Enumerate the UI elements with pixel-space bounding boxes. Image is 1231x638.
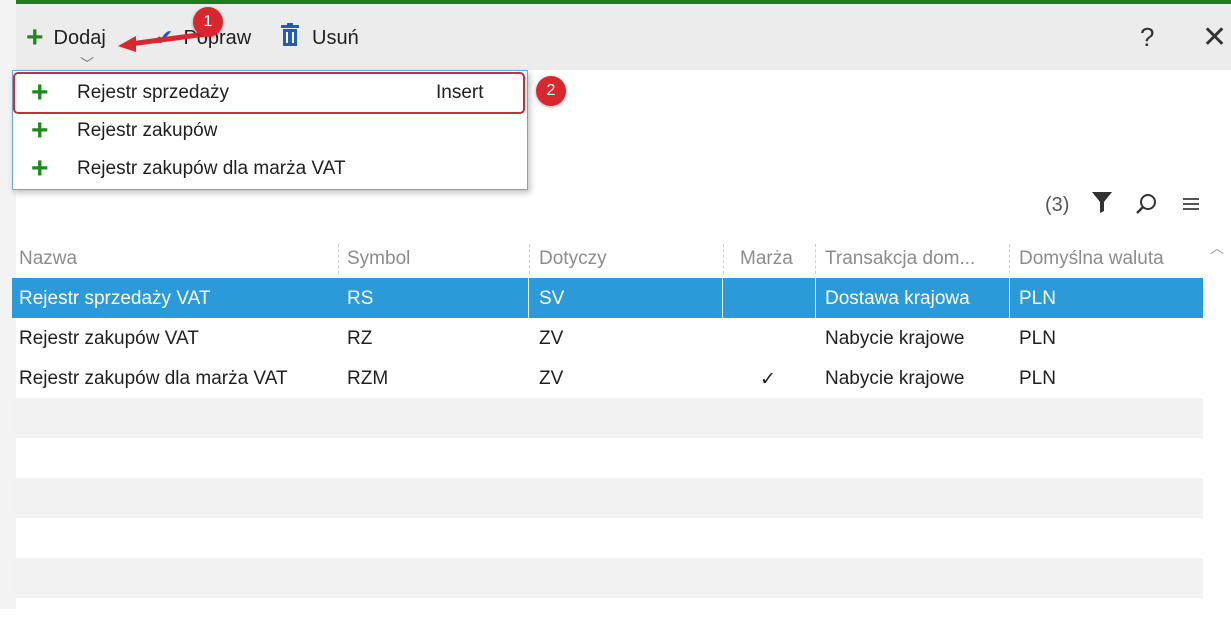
cell-dotyczy: SV [539, 288, 565, 309]
record-count: (3) [1045, 194, 1070, 216]
column-header-dotyczy[interactable]: Dotyczy [539, 248, 607, 270]
plus-icon: + [31, 152, 49, 185]
delete-button[interactable]: Usuń [280, 23, 359, 53]
empty-row [12, 518, 1203, 558]
cell-nazwa: Rejestr zakupów dla marża VAT [19, 368, 288, 389]
column-header-nazwa[interactable]: Nazwa [19, 248, 77, 270]
cell-transakcja: Nabycie krajowe [825, 368, 965, 389]
column-header-waluta[interactable]: Domyślna waluta [1019, 248, 1164, 270]
empty-row [12, 478, 1203, 518]
menu-item-rejestr-zakupow[interactable]: + Rejestr zakupów [13, 112, 527, 150]
annotation-badge-2: 2 [536, 76, 566, 106]
cell-transakcja: Nabycie krajowe [825, 328, 965, 349]
table-row[interactable]: Rejestr sprzedaży VAT RS SV Dostawa kraj… [12, 278, 1203, 318]
cell-symbol: RZM [347, 368, 389, 389]
cell-waluta: PLN [1019, 368, 1056, 389]
table-row[interactable]: Rejestr zakupów dla marża VAT RZM ZV ✓ N… [12, 358, 1203, 398]
column-header-transakcja[interactable]: Transakcja dom... [825, 248, 975, 270]
plus-icon: + [31, 114, 49, 147]
plus-icon: + [26, 21, 44, 54]
search-icon[interactable] [1135, 192, 1159, 221]
cell-waluta: PLN [1019, 328, 1056, 349]
cell-nazwa: Rejestr sprzedaży VAT [19, 288, 211, 309]
registers-grid: Nazwa Symbol Dotyczy Marża Transakcja do… [12, 238, 1203, 638]
cell-dotyczy: ZV [539, 328, 564, 349]
column-header-symbol[interactable]: Symbol [347, 248, 410, 270]
cell-transakcja: Dostawa krajowa [825, 288, 970, 309]
menu-item-label: Rejestr zakupów dla marża VAT [77, 158, 346, 179]
grid-header: Nazwa Symbol Dotyczy Marża Transakcja do… [12, 238, 1203, 278]
filter-icon[interactable] [1091, 190, 1113, 219]
cell-symbol: RZ [347, 328, 373, 349]
checkmark-icon: ✓ [760, 369, 776, 390]
cell-nazwa: Rejestr zakupów VAT [19, 328, 199, 349]
close-icon[interactable]: ✕ [1202, 20, 1227, 55]
help-icon[interactable]: ? [1140, 22, 1154, 53]
column-header-marza[interactable]: Marża [740, 248, 793, 270]
empty-row [12, 438, 1203, 478]
empty-row [12, 558, 1203, 598]
menu-icon[interactable] [1183, 197, 1199, 216]
trash-icon [280, 23, 300, 53]
cell-dotyczy: ZV [539, 368, 564, 389]
table-row[interactable]: Rejestr zakupów VAT RZ ZV Nabycie krajow… [12, 318, 1203, 358]
add-button[interactable]: + Dodaj [26, 21, 106, 54]
empty-row [12, 598, 1203, 638]
annotation-badge-1: 1 [193, 7, 223, 37]
delete-label: Usuń [312, 26, 359, 49]
scroll-up-icon[interactable]: ︿ [1210, 238, 1224, 258]
highlight-box [13, 72, 525, 114]
menu-item-rejestr-zakupow-marza[interactable]: + Rejestr zakupów dla marża VAT [13, 150, 527, 188]
add-label: Dodaj [53, 26, 106, 49]
cell-symbol: RS [347, 288, 374, 309]
empty-row [12, 398, 1203, 438]
cell-waluta: PLN [1019, 288, 1056, 309]
menu-item-label: Rejestr zakupów [77, 120, 218, 141]
